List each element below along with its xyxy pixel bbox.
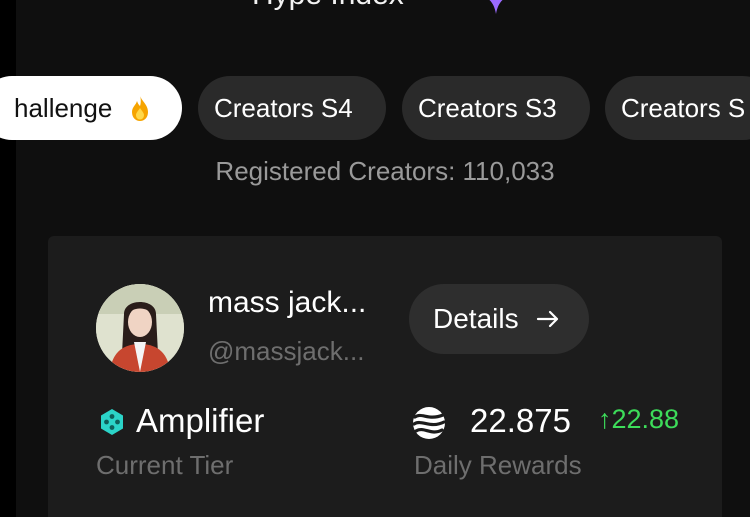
arrow-right-icon <box>537 310 559 327</box>
token-icon <box>412 407 446 439</box>
season-tabs: hallenge Creators S4 Creators S3 Creator… <box>0 76 750 140</box>
tier-value: Amplifier <box>136 402 265 439</box>
amplifier-tier-icon <box>101 409 123 435</box>
sparkle-icon <box>489 0 503 14</box>
tab-creators-s4[interactable]: Creators S4 <box>198 76 386 140</box>
registered-creators-count: Registered Creators: 110,033 <box>215 156 555 186</box>
tab-challenge-label: hallenge <box>14 93 113 123</box>
creator-handle: @massjack... <box>208 336 365 366</box>
tier-label: Current Tier <box>96 450 234 480</box>
page: Hype Index hallenge Creators S4 Creators… <box>0 0 750 517</box>
daily-rewards-value: 22.875 <box>470 402 571 439</box>
details-button-label: Details <box>433 303 519 334</box>
creator-name: mass jack... <box>208 286 367 319</box>
daily-rewards-label: Daily Rewards <box>414 450 582 480</box>
tab-challenge[interactable]: hallenge <box>0 76 182 140</box>
tab-creators-s[interactable]: Creators S <box>605 76 750 140</box>
details-button[interactable]: Details <box>409 284 589 354</box>
page-title: Hype Index <box>252 0 404 12</box>
tab-creators-s3-label: Creators S3 <box>418 93 557 123</box>
tab-creators-s-label: Creators S <box>621 93 746 123</box>
avatar <box>96 284 184 372</box>
header: Hype Index <box>0 0 750 22</box>
flame-icon <box>131 95 148 122</box>
creator-card: mass jack... @massjack... Details Amplif… <box>48 236 722 517</box>
tab-creators-s3[interactable]: Creators S3 <box>402 76 590 140</box>
tab-creators-s4-label: Creators S4 <box>214 93 353 123</box>
avatar-image <box>96 284 184 372</box>
daily-rewards-change: ↑22.88 <box>598 404 680 434</box>
